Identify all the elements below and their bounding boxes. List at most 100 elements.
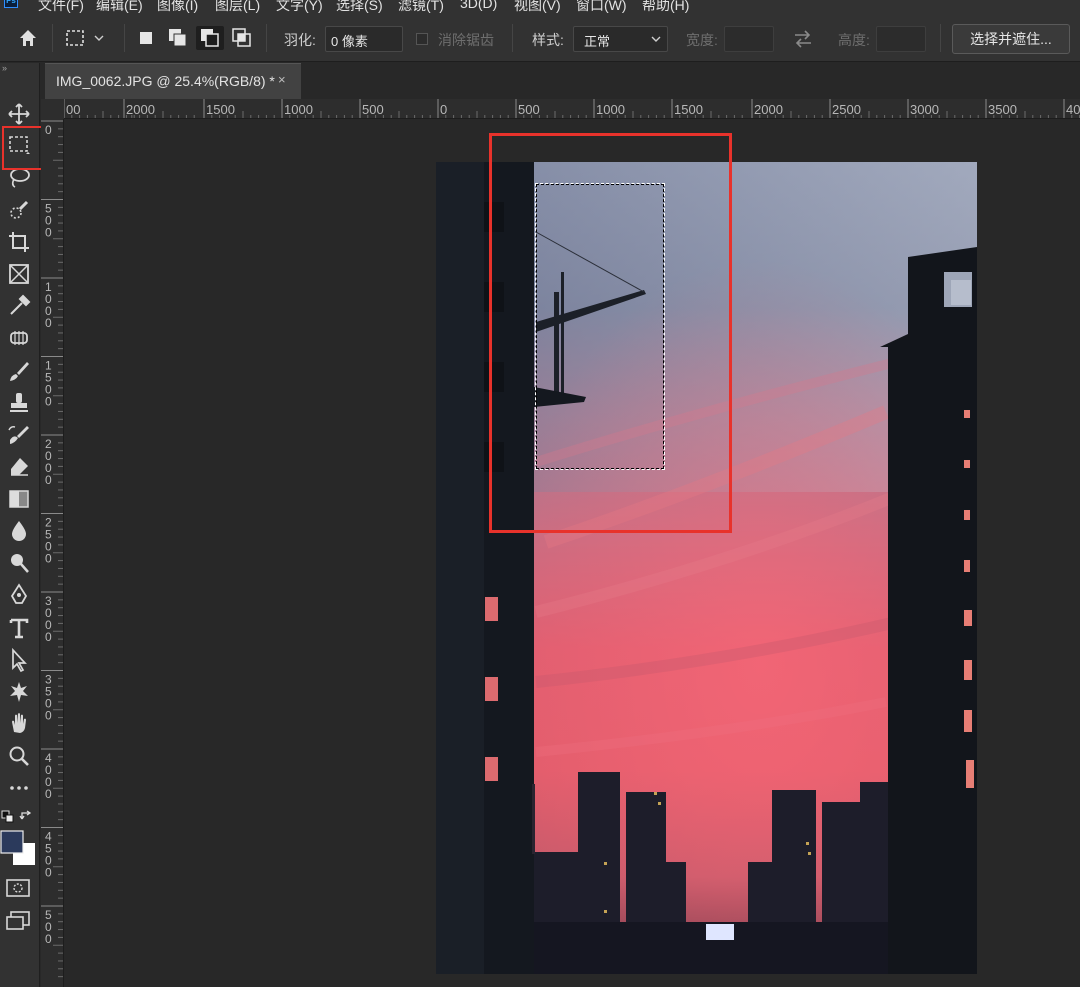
menu-layer[interactable]: 图层(L): [215, 0, 260, 14]
divider: [124, 24, 125, 52]
lasso-tool-icon[interactable]: [10, 168, 30, 188]
divider: [940, 24, 941, 52]
brush-tool-icon[interactable]: [10, 362, 29, 381]
foreground-color-swatch[interactable]: [0, 830, 24, 854]
custom-shape-tool-icon[interactable]: [10, 682, 28, 702]
ruler-ticks: 00 2000 1500 1000 500 0 500 1000 1500 2000 2500 300…: [64, 99, 1080, 118]
menu-image[interactable]: 图像(I): [157, 0, 198, 14]
move-tool-icon[interactable]: [8, 103, 30, 125]
ruler-label: 0: [45, 395, 52, 409]
document-tab[interactable]: IMG_0062.JPG @ 25.4%(RGB/8) *: [45, 63, 301, 99]
eyedropper-tool-icon[interactable]: [10, 294, 31, 315]
pen-tool-icon[interactable]: [10, 583, 28, 604]
ruler-label: 2000: [754, 102, 783, 117]
ruler-label: 0: [45, 866, 52, 880]
dodge-tool-icon[interactable]: [11, 554, 29, 573]
menu-window[interactable]: 窗口(W): [576, 0, 627, 14]
menu-select[interactable]: 选择(S): [336, 0, 383, 14]
menu-bar: Ps 文件(F) 编辑(E) 图像(I) 图层(L) 文字(Y) 选择(S) 滤…: [0, 0, 1080, 14]
default-colors-icon[interactable]: [1, 810, 14, 823]
ruler-label: 0: [45, 226, 52, 240]
photoshop-window: Ps 文件(F) 编辑(E) 图像(I) 图层(L) 文字(Y) 选择(S) 滤…: [0, 0, 1080, 987]
ruler-label: 0: [45, 316, 52, 330]
ruler-label: 00: [66, 102, 80, 117]
document-tab-bar: IMG_0062.JPG @ 25.4%(RGB/8) *: [41, 63, 1080, 99]
style-label: 样式:: [532, 32, 564, 48]
crop-tool-icon[interactable]: [9, 232, 29, 252]
ruler-ticks: 050010001500200025003000350040004500500: [41, 120, 63, 978]
swap-colors-icon[interactable]: [19, 810, 32, 820]
quick-selection-tool-icon[interactable]: [10, 200, 29, 219]
divider: [266, 24, 267, 52]
quick-mask-icon[interactable]: [6, 879, 30, 897]
ruler-label: 0: [45, 123, 52, 137]
ruler-label: 1500: [674, 102, 703, 117]
style-select-value: 正常: [584, 34, 611, 49]
menu-edit[interactable]: 编辑(E): [96, 0, 143, 14]
chevron-down-icon: [651, 36, 661, 42]
home-button[interactable]: [14, 26, 42, 50]
ruler-label: 0: [45, 932, 52, 946]
menu-3d[interactable]: 3D(D): [460, 0, 497, 11]
menu-type[interactable]: 文字(Y): [276, 0, 323, 14]
close-tab-button[interactable]: ×: [278, 72, 286, 87]
options-bar: 羽化: 0 像素 消除锯齿 样式: 正常 宽度: 高度: 选择并遮住...: [0, 14, 1080, 62]
new-selection-button[interactable]: [132, 26, 160, 50]
ruler-label: 0: [45, 552, 52, 566]
menu-filter[interactable]: 滤镜(T): [398, 0, 444, 14]
intersect-selection-button[interactable]: [228, 26, 256, 50]
spot-healing-tool-icon[interactable]: [10, 331, 28, 345]
eraser-tool-icon[interactable]: [11, 458, 28, 476]
ruler-label: 0: [440, 102, 447, 117]
ruler-corner: [41, 99, 64, 119]
type-tool-icon[interactable]: [9, 618, 29, 639]
tool-preset-picker[interactable]: [64, 26, 114, 50]
width-input[interactable]: [724, 26, 774, 52]
ruler-label: 2500: [832, 102, 861, 117]
ruler-label: 1000: [596, 102, 625, 117]
feather-label: 羽化:: [284, 32, 316, 48]
more-tools-icon[interactable]: [10, 786, 28, 790]
ps-logo-icon: Ps: [4, 0, 18, 8]
ruler-label: 3000: [910, 102, 939, 117]
marquee-selection[interactable]: [535, 183, 665, 470]
blur-tool-icon[interactable]: [12, 521, 26, 541]
feather-input[interactable]: 0 像素: [325, 26, 403, 52]
ruler-vertical: 050010001500200025003000350040004500500: [41, 119, 64, 987]
height-input[interactable]: [876, 26, 926, 52]
ruler-label: 1500: [206, 102, 235, 117]
rect-marquee-icon: [66, 30, 84, 46]
frame-tool-icon[interactable]: [9, 264, 29, 284]
intersect-selection-icon: [232, 28, 251, 47]
antialias-checkbox[interactable]: [416, 33, 428, 45]
swap-dimensions-button[interactable]: [792, 28, 814, 50]
menu-help[interactable]: 帮助(H): [642, 0, 689, 14]
screen-mode-icon[interactable]: [6, 911, 30, 930]
ruler-label: 0: [45, 787, 52, 801]
height-label: 高度:: [838, 32, 870, 48]
ruler-label: 500: [518, 102, 540, 117]
ruler-label: 40: [1066, 102, 1080, 117]
tools-panel: »: [0, 63, 40, 987]
ruler-label: 2000: [126, 102, 155, 117]
path-selection-tool-icon[interactable]: [12, 647, 27, 673]
hand-tool-icon[interactable]: [12, 713, 26, 733]
gradient-tool-icon[interactable]: [9, 490, 29, 508]
ruler-horizontal: 00 2000 1500 1000 500 0 500 1000 1500 2000 2500 300…: [64, 99, 1080, 119]
subtract-from-selection-button[interactable]: [196, 26, 224, 50]
divider: [52, 24, 53, 52]
menu-view[interactable]: 视图(V): [514, 0, 561, 14]
style-select[interactable]: 正常: [573, 26, 668, 52]
swap-icon: [795, 30, 811, 48]
menu-file[interactable]: 文件(F): [38, 0, 84, 14]
antialias-label: 消除锯齿: [438, 32, 494, 48]
subtract-selection-icon: [201, 29, 219, 47]
add-to-selection-button[interactable]: [164, 26, 192, 50]
add-selection-icon: [169, 29, 187, 47]
ruler-label: 1000: [284, 102, 313, 117]
clone-stamp-tool-icon[interactable]: [10, 393, 28, 412]
ruler-label: 0: [45, 709, 52, 723]
select-and-mask-button[interactable]: 选择并遮住...: [952, 24, 1070, 54]
zoom-tool-icon[interactable]: [9, 746, 29, 766]
history-brush-tool-icon[interactable]: [8, 426, 29, 444]
